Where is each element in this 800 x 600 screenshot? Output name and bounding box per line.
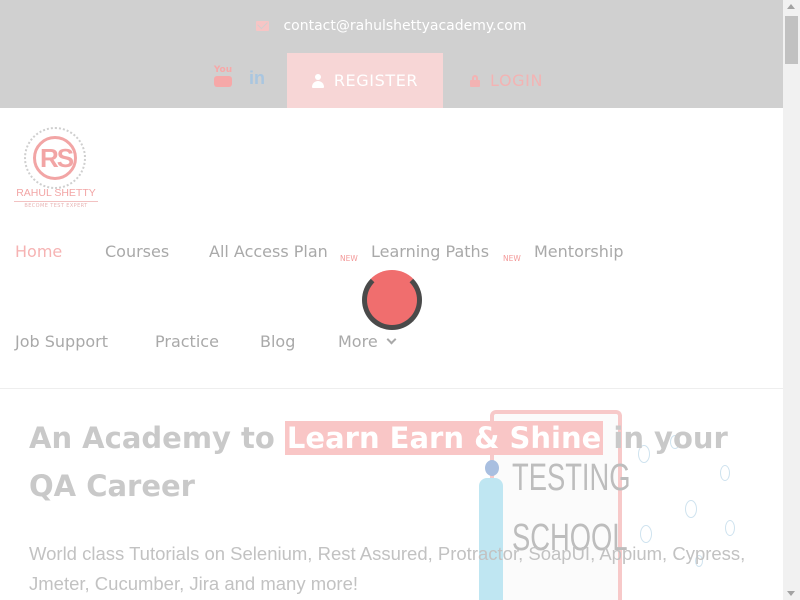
login-label: LOGIN	[490, 71, 544, 90]
register-button[interactable]: REGISTER	[287, 53, 443, 108]
scrollbar-thumb[interactable]	[785, 16, 798, 64]
envelope-icon	[256, 21, 270, 31]
nav-home[interactable]: Home	[15, 242, 62, 262]
site-logo[interactable]: RS RAHUL SHETTY BECOME TEST EXPERT	[14, 125, 98, 211]
scroll-up-arrow-icon[interactable]	[787, 4, 795, 9]
nav-job-support[interactable]: Job Support	[15, 332, 108, 352]
contact-email[interactable]: contact@rahulshettyacademy.com	[0, 14, 783, 38]
nav-blog[interactable]: Blog	[260, 332, 295, 352]
nav-practice[interactable]: Practice	[155, 332, 219, 352]
vertical-scrollbar[interactable]	[783, 0, 800, 600]
nav-more[interactable]: More	[338, 332, 397, 352]
header-divider	[0, 388, 783, 389]
login-button[interactable]: LOGIN	[470, 53, 543, 108]
user-icon	[311, 73, 324, 88]
page: contact@rahulshettyacademy.com You in RE…	[0, 0, 783, 600]
decor-dot	[725, 520, 735, 536]
lock-icon	[470, 74, 480, 87]
hero-title: An Academy to Learn Earn & Shine in your…	[29, 414, 769, 510]
new-badge-all-access: NEW	[340, 254, 358, 263]
logo-tagline: BECOME TEST EXPERT	[14, 201, 98, 209]
hero-title-part1: An Academy to	[29, 421, 285, 455]
register-label: REGISTER	[333, 71, 419, 90]
new-badge-learning-paths: NEW	[503, 254, 521, 263]
youtube-icon-box	[214, 76, 232, 87]
nav-courses[interactable]: Courses	[105, 242, 169, 262]
logo-mark: RS	[39, 143, 74, 173]
nav-mentorship[interactable]: Mentorship	[534, 242, 624, 262]
scroll-down-arrow-icon[interactable]	[787, 591, 795, 596]
loading-spinner	[362, 270, 422, 330]
contact-email-text[interactable]: contact@rahulshettyacademy.com	[283, 18, 526, 34]
nav-learning-paths[interactable]: Learning Paths	[371, 242, 489, 262]
hero-subtitle: World class Tutorials on Selenium, Rest …	[29, 543, 746, 594]
logo-name: RAHUL SHETTY	[16, 187, 96, 199]
top-bar: contact@rahulshettyacademy.com You in RE…	[0, 0, 783, 108]
linkedin-icon[interactable]: in	[249, 68, 265, 89]
chevron-down-icon	[386, 334, 397, 345]
youtube-icon[interactable]: You	[213, 66, 233, 88]
hero-title-highlight: Learn Earn & Shine	[284, 421, 604, 455]
nav-more-label: More	[338, 332, 378, 351]
nav-all-access-plan[interactable]: All Access Plan	[209, 242, 328, 262]
youtube-icon-text: You	[213, 65, 233, 75]
